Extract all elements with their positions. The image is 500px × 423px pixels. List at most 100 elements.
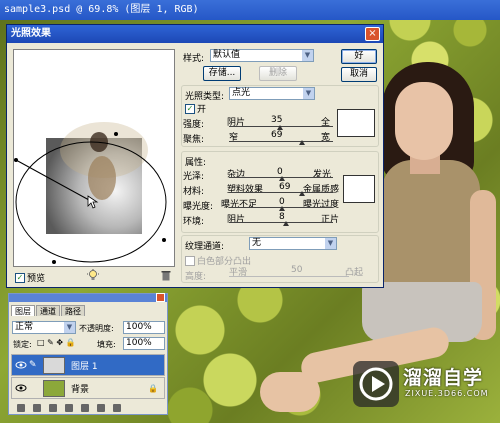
ambience-left-label: 阴片 [227, 215, 246, 225]
light-preview[interactable] [13, 49, 175, 267]
ambience-slider[interactable] [229, 222, 333, 223]
layer-row-layer1[interactable]: ✎ 图层 1 [11, 354, 165, 376]
dialog-title-bar[interactable]: 光照效果 [7, 25, 383, 43]
folder-icon[interactable] [81, 404, 89, 412]
layer-style-icon[interactable] [33, 404, 41, 412]
eye-icon[interactable] [15, 383, 27, 393]
light-on-label: 开 [197, 105, 207, 115]
dialog-title: 光照效果 [11, 28, 51, 39]
layers-panel-header[interactable] [9, 294, 167, 302]
ambience-slider-thumb[interactable] [283, 221, 289, 226]
light-handle-left[interactable] [14, 158, 18, 162]
focus-label: 聚焦: [183, 135, 205, 145]
brush-icon: ✎ [29, 360, 37, 370]
layer-row-background[interactable]: 背景 🔒 [11, 377, 165, 399]
material-slider[interactable] [229, 192, 333, 193]
mask-icon[interactable] [49, 404, 57, 412]
opacity-value: 100% [126, 322, 152, 332]
focus-slider[interactable] [229, 141, 333, 142]
light-type-dropdown[interactable]: 点光 ▼ [229, 87, 315, 100]
trash-icon[interactable] [113, 404, 121, 412]
document-title-bar: sample3.psd @ 69.8% (图层 1, RGB) [0, 0, 500, 20]
exposure-slider-thumb[interactable] [279, 206, 285, 211]
material-label: 材料: [183, 187, 205, 197]
lightbulb-icon[interactable] [87, 269, 99, 281]
link-icon[interactable] [17, 404, 25, 412]
fill-value: 100% [126, 338, 152, 348]
close-icon[interactable] [156, 293, 165, 302]
style-dropdown[interactable]: 默认值 ▼ [210, 49, 314, 62]
preview-checkbox[interactable]: ✓ [15, 272, 25, 283]
texture-channel-value: 无 [252, 238, 262, 248]
watermark: 溜溜自学 ZIXUE.3D66.COM [353, 357, 488, 412]
layers-toolbar [11, 404, 165, 414]
layer-name[interactable]: 背景 [71, 382, 89, 395]
layers-tabs: 图层 通道 路径 [11, 305, 85, 316]
photo-face [395, 82, 453, 160]
save-button[interactable]: 存储... [203, 66, 241, 81]
delete-button[interactable]: 删除 [259, 66, 297, 81]
material-color-swatch[interactable] [343, 175, 375, 203]
photo-foot [260, 372, 320, 412]
fill-label: 填充: [97, 340, 116, 349]
light-type-value: 点光 [232, 88, 251, 98]
ok-button[interactable]: 好 [341, 49, 377, 64]
photo-sweater [382, 160, 480, 300]
cancel-button[interactable]: 取消 [341, 67, 377, 82]
ambience-right-label: 正片 [321, 215, 340, 225]
fill-input[interactable]: 100% [123, 337, 165, 350]
watermark-text: 溜溜自学 [403, 367, 484, 389]
chevron-down-icon: ▼ [325, 238, 336, 249]
focus-slider-thumb[interactable] [299, 140, 305, 145]
layer-thumbnail [43, 356, 65, 374]
tab-paths[interactable]: 路径 [61, 305, 85, 316]
adjustment-icon[interactable] [65, 404, 73, 412]
tab-layers[interactable]: 图层 [11, 305, 35, 316]
preview-label: 预览 [27, 274, 46, 284]
light-handle-right[interactable] [162, 238, 166, 242]
layers-panel: 图层 通道 路径 正常 ▼ 不透明度: 100% 锁定: □ ✎ ✥ 🔒 填充:… [8, 293, 168, 415]
new-layer-icon[interactable] [97, 404, 105, 412]
focus-value: 69 [271, 130, 283, 140]
gloss-label: 光泽: [183, 172, 205, 182]
exposure-left-label: 曝光不足 [221, 200, 258, 210]
intensity-label: 强度: [183, 120, 205, 130]
light-handle-top[interactable] [114, 132, 118, 136]
light-on-option[interactable]: ✓ 开 [185, 102, 206, 115]
ambience-label: 环境: [183, 217, 205, 227]
lock-label: 锁定: [13, 340, 32, 349]
layer-name[interactable]: 图层 1 [71, 359, 98, 372]
document-title: sample3.psd @ 69.8% (图层 1, RGB) [4, 4, 199, 15]
close-button[interactable]: × [365, 27, 380, 41]
intensity-value: 35 [271, 115, 283, 125]
height-slider[interactable] [229, 276, 349, 277]
blend-mode-dropdown[interactable]: 正常 ▼ [12, 321, 76, 334]
style-value: 默认值 [213, 50, 241, 60]
material-slider-thumb[interactable] [299, 191, 305, 196]
texture-channel-dropdown[interactable]: 无 ▼ [249, 237, 337, 250]
gloss-slider-thumb[interactable] [279, 176, 285, 181]
preview-option[interactable]: ✓ 预览 [15, 271, 45, 284]
gloss-left-label: 杂边 [227, 170, 246, 180]
tab-channels[interactable]: 通道 [36, 305, 60, 316]
watermark-subtext: ZIXUE.3D66.COM [405, 389, 489, 398]
white-high-checkbox[interactable] [185, 255, 195, 266]
exposure-label: 曝光度: [183, 202, 214, 212]
texture-channel-label: 纹理通道: [185, 242, 225, 252]
close-icon: × [368, 28, 377, 39]
lock-icons[interactable]: □ ✎ ✥ 🔒 [37, 338, 76, 347]
light-color-swatch[interactable] [337, 109, 375, 137]
chevron-down-icon: ▼ [302, 50, 313, 61]
height-value: 50 [291, 265, 303, 275]
chevron-down-icon: ▼ [303, 88, 314, 99]
opacity-input[interactable]: 100% [123, 321, 165, 334]
exposure-right-label: 曝光过度 [303, 200, 340, 210]
lock-icon: 🔒 [148, 383, 158, 393]
blend-mode-value: 正常 [15, 322, 34, 332]
eye-icon[interactable] [15, 360, 27, 370]
style-label: 样式: [183, 54, 205, 64]
material-right-label: 金属质感 [303, 185, 340, 195]
trash-icon[interactable] [161, 270, 171, 281]
light-handle-bottom[interactable] [52, 260, 56, 264]
light-on-checkbox[interactable]: ✓ [185, 103, 195, 114]
